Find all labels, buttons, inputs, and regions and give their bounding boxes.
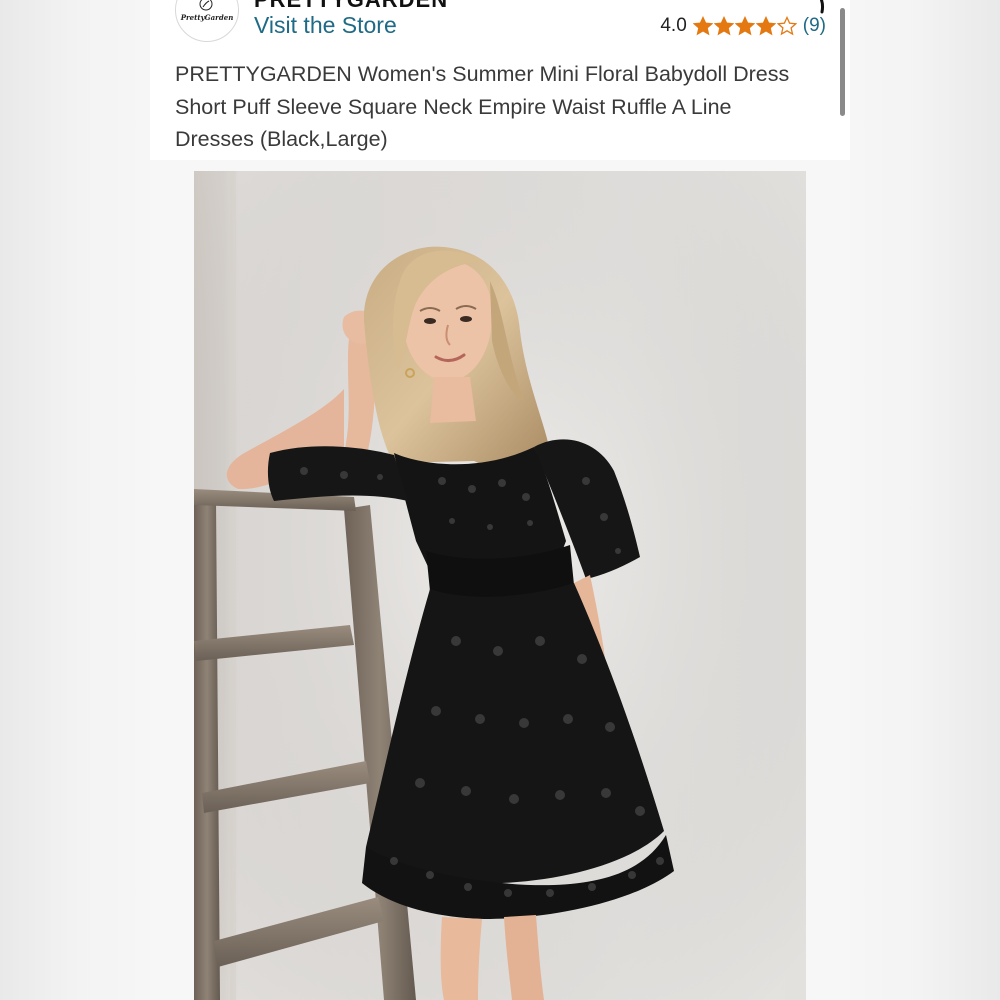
product-title: PRETTYGARDEN Women's Summer Mini Floral …: [175, 62, 790, 151]
visit-store-link[interactable]: Visit the Store: [254, 12, 397, 39]
star-rating: [692, 16, 797, 36]
star-filled-icon: [734, 16, 755, 36]
star-empty-icon: [776, 16, 797, 36]
star-filled-icon: [755, 16, 776, 36]
store-logo[interactable]: PrettyGarden: [175, 0, 239, 42]
star-filled-icon: [692, 16, 713, 36]
scrollbar[interactable]: [840, 8, 845, 116]
product-header: PrettyGarden PRETTYGARDEN Visit the Stor…: [150, 0, 850, 160]
logo-text: PrettyGarden: [180, 13, 234, 22]
share-arc-icon[interactable]: [806, 0, 830, 16]
rating-summary[interactable]: 4.0 (9): [660, 15, 826, 37]
review-count-link[interactable]: (9): [803, 15, 826, 37]
leaf-icon: [199, 0, 213, 11]
product-image[interactable]: [194, 171, 806, 1000]
product-screen: PrettyGarden PRETTYGARDEN Visit the Stor…: [150, 0, 850, 1000]
product-photo-illustration: [194, 171, 806, 1000]
rating-value: 4.0: [660, 15, 687, 36]
star-filled-icon: [713, 16, 734, 36]
